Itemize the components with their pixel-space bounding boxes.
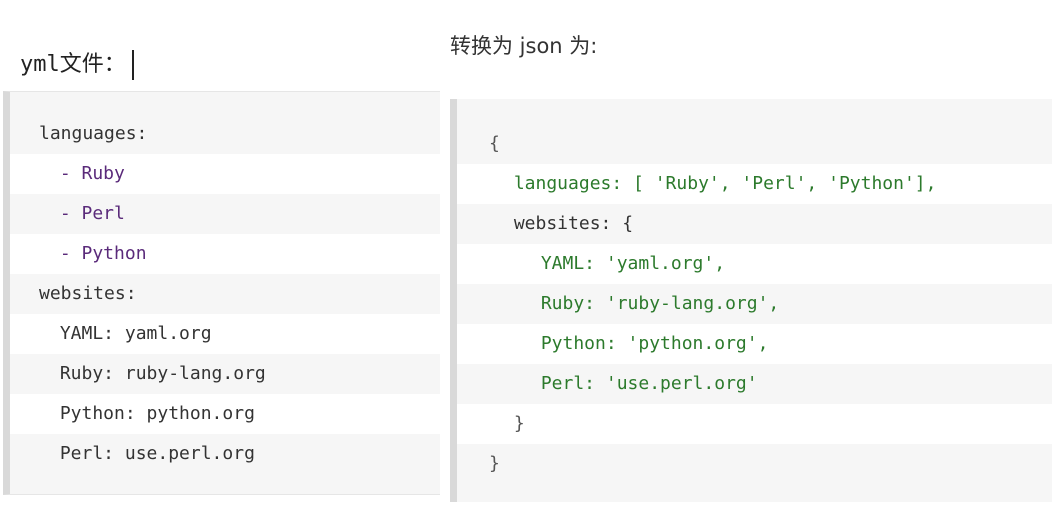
yml-line: - Ruby (10, 154, 440, 194)
yml-entry-python: Python: python.org (49, 403, 255, 424)
yml-line: - Python (10, 234, 440, 274)
json-line: Perl: 'use.perl.org' (457, 364, 1052, 404)
json-line: YAML: 'yaml.org', (457, 244, 1052, 284)
json-languages: languages: [ 'Ruby', 'Perl', 'Python'], (503, 173, 937, 194)
json-code-block: { languages: [ 'Ruby', 'Perl', 'Python']… (450, 99, 1052, 502)
json-entry-perl: Perl: 'use.perl.org' (530, 373, 758, 394)
json-entry-ruby: Ruby: 'ruby-lang.org', (530, 293, 780, 314)
yml-code-block: languages: - Ruby - Perl - Python websit… (3, 91, 440, 495)
text-cursor (131, 50, 134, 80)
json-entry-python: Python: 'python.org', (530, 333, 769, 354)
json-line: websites: { (457, 204, 1052, 244)
yml-key-websites: websites: (39, 283, 137, 304)
yml-key-languages: languages: (39, 123, 148, 144)
json-line: } (457, 444, 1052, 484)
json-line: languages: [ 'Ruby', 'Perl', 'Python'], (457, 164, 1052, 204)
json-entry-yaml: YAML: 'yaml.org', (530, 253, 726, 274)
yml-line: Python: python.org (10, 394, 440, 434)
yml-line: websites: (10, 274, 440, 314)
json-line: { (457, 124, 1052, 164)
json-close-brace: } (489, 453, 500, 474)
yml-item-python: - Python (49, 243, 147, 264)
json-line: } (457, 404, 1052, 444)
yml-file-caption: yml文件： (20, 46, 134, 80)
json-line: Python: 'python.org', (457, 324, 1052, 364)
yml-line: Ruby: ruby-lang.org (10, 354, 440, 394)
yml-entry-yaml: YAML: yaml.org (49, 323, 212, 344)
yml-line: Perl: use.perl.org (10, 434, 440, 474)
yml-item-perl: - Perl (49, 203, 125, 224)
json-open-brace: { (489, 133, 500, 154)
json-websites-open: websites: { (503, 213, 634, 234)
yml-entry-ruby: Ruby: ruby-lang.org (49, 363, 266, 384)
yml-entry-perl: Perl: use.perl.org (49, 443, 255, 464)
json-line: Ruby: 'ruby-lang.org', (457, 284, 1052, 324)
yml-line: languages: (10, 114, 440, 154)
yml-line: - Perl (10, 194, 440, 234)
yml-file-label: yml文件： (20, 52, 126, 77)
json-websites-close: } (503, 413, 525, 434)
yml-line: YAML: yaml.org (10, 314, 440, 354)
yml-item-ruby: - Ruby (49, 163, 125, 184)
json-convert-caption: 转换为 json 为: (450, 34, 598, 58)
